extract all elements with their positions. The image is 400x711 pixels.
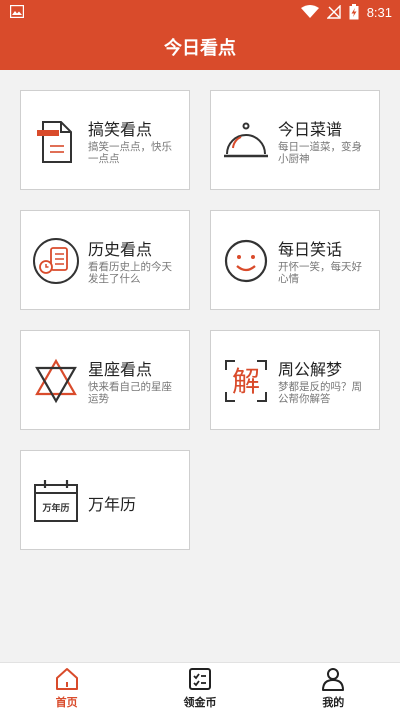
card-horoscope[interactable]: 星座看点 快来看自己的星座运势: [20, 330, 190, 430]
card-title: 历史看点: [88, 240, 153, 259]
card-description: 快来看自己的星座运势: [88, 381, 172, 405]
user-icon: [322, 668, 345, 691]
card-daily-joke[interactable]: 每日笑话 开怀一笑，每天好心情: [210, 210, 380, 310]
nav-label: 首页: [55, 696, 78, 709]
card-daily-recipe[interactable]: 今日菜谱 每日一道菜，变身小厨神: [210, 90, 380, 190]
calendar-icon: 万年历: [34, 480, 78, 522]
card-description: 看看历史上的今天发生了什么: [88, 261, 172, 285]
card-description: 每日一道菜，变身小厨神: [278, 141, 362, 165]
app-bar: 今日看点: [0, 24, 400, 70]
nav-profile[interactable]: 我的: [267, 663, 400, 711]
card-title: 星座看点: [88, 360, 153, 379]
card-title: 今日菜谱: [278, 120, 343, 139]
star-of-david-icon: [35, 358, 77, 404]
card-description: 开怀一笑，每天好心情: [278, 261, 362, 285]
card-title: 万年历: [88, 495, 137, 514]
dream-interpret-icon: 解: [225, 360, 267, 402]
nav-home[interactable]: 首页: [0, 663, 133, 711]
svg-text:万年历: 万年历: [41, 502, 69, 514]
card-funny-news[interactable]: 搞笑看点 搞笑一点点，快乐一点点: [20, 90, 190, 190]
news-paper-icon: [37, 121, 72, 163]
page-title: 今日看点: [164, 38, 236, 59]
battery-charging-icon: [349, 4, 359, 20]
card-description: 梦都是反的吗？周公帮你解答: [278, 381, 362, 405]
bottom-nav: 首页 领金币 我的: [0, 662, 400, 711]
smiley-face-icon: [224, 239, 268, 283]
checklist-icon: [188, 668, 211, 690]
svg-text:解: 解: [232, 365, 260, 398]
nav-label: 我的: [322, 696, 345, 709]
status-time: 8:31: [366, 4, 392, 20]
image-notification-icon: [10, 5, 24, 18]
history-clock-icon: [33, 238, 79, 284]
home-icon: [55, 668, 78, 690]
card-title: 每日笑话: [278, 240, 343, 259]
card-title: 周公解梦: [278, 360, 343, 379]
nav-earn-coins[interactable]: 领金币: [133, 663, 266, 711]
nav-label: 领金币: [183, 696, 217, 709]
card-history[interactable]: 历史看点 看看历史上的今天发生了什么: [20, 210, 190, 310]
status-bar: 8:31: [0, 0, 400, 24]
food-cloche-icon: [224, 122, 268, 158]
card-title: 搞笑看点: [88, 120, 153, 139]
card-dream-interpretation[interactable]: 解 周公解梦 梦都是反的吗？周公帮你解答: [210, 330, 380, 430]
card-calendar[interactable]: 万年历 万年历: [20, 450, 190, 550]
card-description: 搞笑一点点，快乐一点点: [88, 141, 172, 165]
signal-off-icon: [326, 5, 341, 19]
wifi-icon: [300, 5, 319, 18]
